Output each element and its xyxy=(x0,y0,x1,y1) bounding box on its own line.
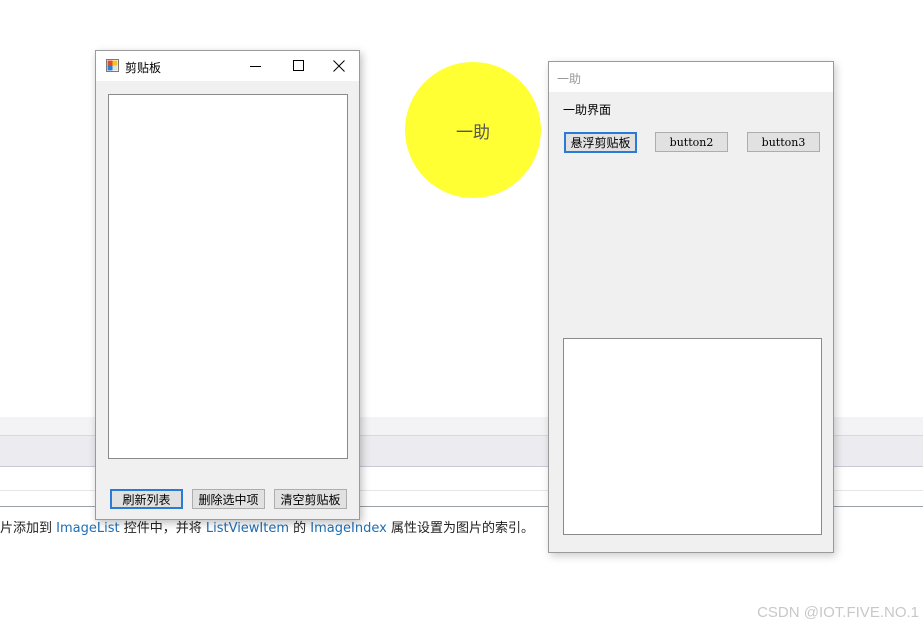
doc-text-segment: 的 xyxy=(289,521,311,536)
watermark: CSDN @IOT.FIVE.NO.1 xyxy=(757,604,919,621)
close-icon xyxy=(333,60,345,72)
output-textbox[interactable] xyxy=(563,338,822,535)
doc-text-segment: 控件中，并将 xyxy=(119,521,206,536)
doc-link-listviewitem[interactable]: ListViewItem xyxy=(206,521,289,536)
maximize-button[interactable] xyxy=(279,51,319,81)
clipboard-list[interactable] xyxy=(108,94,348,459)
window-title: 剪贴板 xyxy=(125,61,162,75)
title-bar[interactable]: 一助 xyxy=(549,62,833,92)
assist-window: 一助 一助界面 悬浮剪贴板 button2 button3 xyxy=(548,61,834,553)
minimize-button[interactable] xyxy=(236,51,276,81)
title-bar[interactable]: 剪贴板 xyxy=(96,51,359,81)
doc-link-imagelist[interactable]: ImageList xyxy=(56,521,119,536)
doc-text-segment: 片添加到 xyxy=(0,521,57,536)
float-clipboard-button[interactable]: 悬浮剪贴板 xyxy=(564,132,637,153)
delete-selected-button[interactable]: 删除选中项 xyxy=(192,489,265,509)
window-title: 一助 xyxy=(557,72,582,86)
clipboard-window: 剪贴板 刷新列表 删除选中项 清空剪贴板 xyxy=(95,50,360,520)
doc-text-segment: 属性设置为图片的索引。 xyxy=(386,521,534,536)
doc-link-imageindex[interactable]: ImageIndex xyxy=(310,521,387,536)
app-window-icon xyxy=(106,59,119,72)
close-button[interactable] xyxy=(319,51,359,81)
assist-label: 一助界面 xyxy=(563,103,612,117)
button3[interactable]: button3 xyxy=(747,132,820,152)
clear-clipboard-button[interactable]: 清空剪贴板 xyxy=(274,489,347,509)
button2[interactable]: button2 xyxy=(655,132,728,152)
floating-ball-label: 一助 xyxy=(456,122,490,143)
refresh-list-button[interactable]: 刷新列表 xyxy=(110,489,183,509)
floating-ball[interactable]: 一助 xyxy=(405,62,541,198)
